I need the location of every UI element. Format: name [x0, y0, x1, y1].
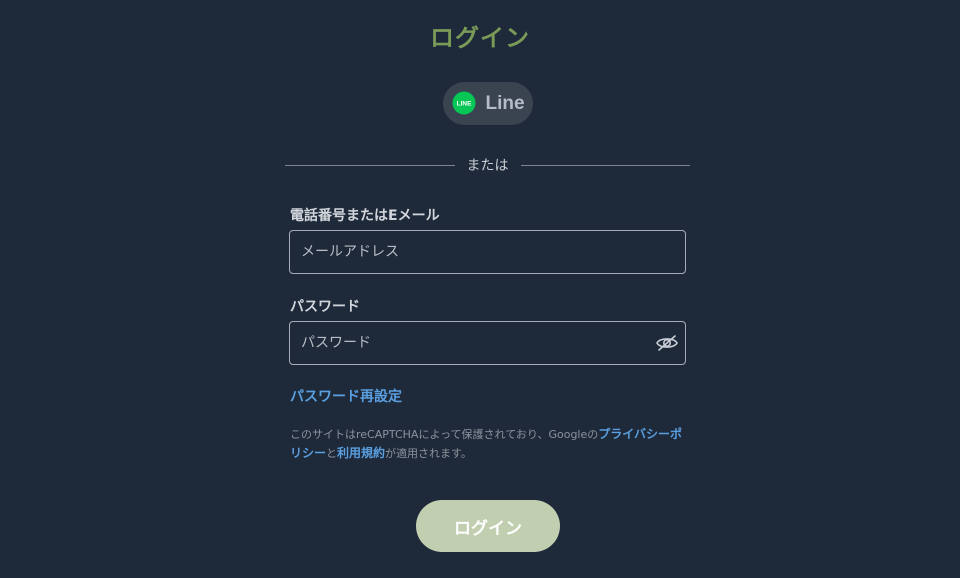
email-label: 電話番号またはEメール: [290, 208, 440, 224]
line-badge-text: LINE: [457, 100, 472, 107]
or-divider: または: [285, 155, 690, 175]
divider-line-left: [285, 164, 455, 166]
reset-password-link[interactable]: パスワード再設定: [290, 386, 402, 406]
eye-slash-icon[interactable]: [652, 330, 682, 356]
recaptcha-and: と: [326, 447, 338, 460]
password-input[interactable]: [289, 321, 686, 365]
terms-link[interactable]: 利用規約: [337, 446, 385, 460]
email-input[interactable]: [289, 230, 686, 274]
line-chat-bubble-icon: LINE: [451, 91, 477, 117]
recaptcha-notice: このサイトはreCAPTCHAによって保護されており、Googleのプライバシー…: [290, 425, 690, 463]
line-button-label: Line: [485, 92, 525, 114]
recaptcha-suffix: が適用されます。: [385, 447, 472, 460]
divider-line-right: [520, 164, 690, 166]
login-button[interactable]: ログイン: [416, 500, 560, 552]
line-login-button[interactable]: LINE Line: [443, 82, 533, 125]
page-title: ログイン: [430, 24, 530, 52]
recaptcha-prefix: このサイトはreCAPTCHAによって保護されており、Googleの: [290, 428, 599, 441]
divider-text: または: [466, 158, 509, 174]
password-label: パスワード: [290, 299, 360, 315]
